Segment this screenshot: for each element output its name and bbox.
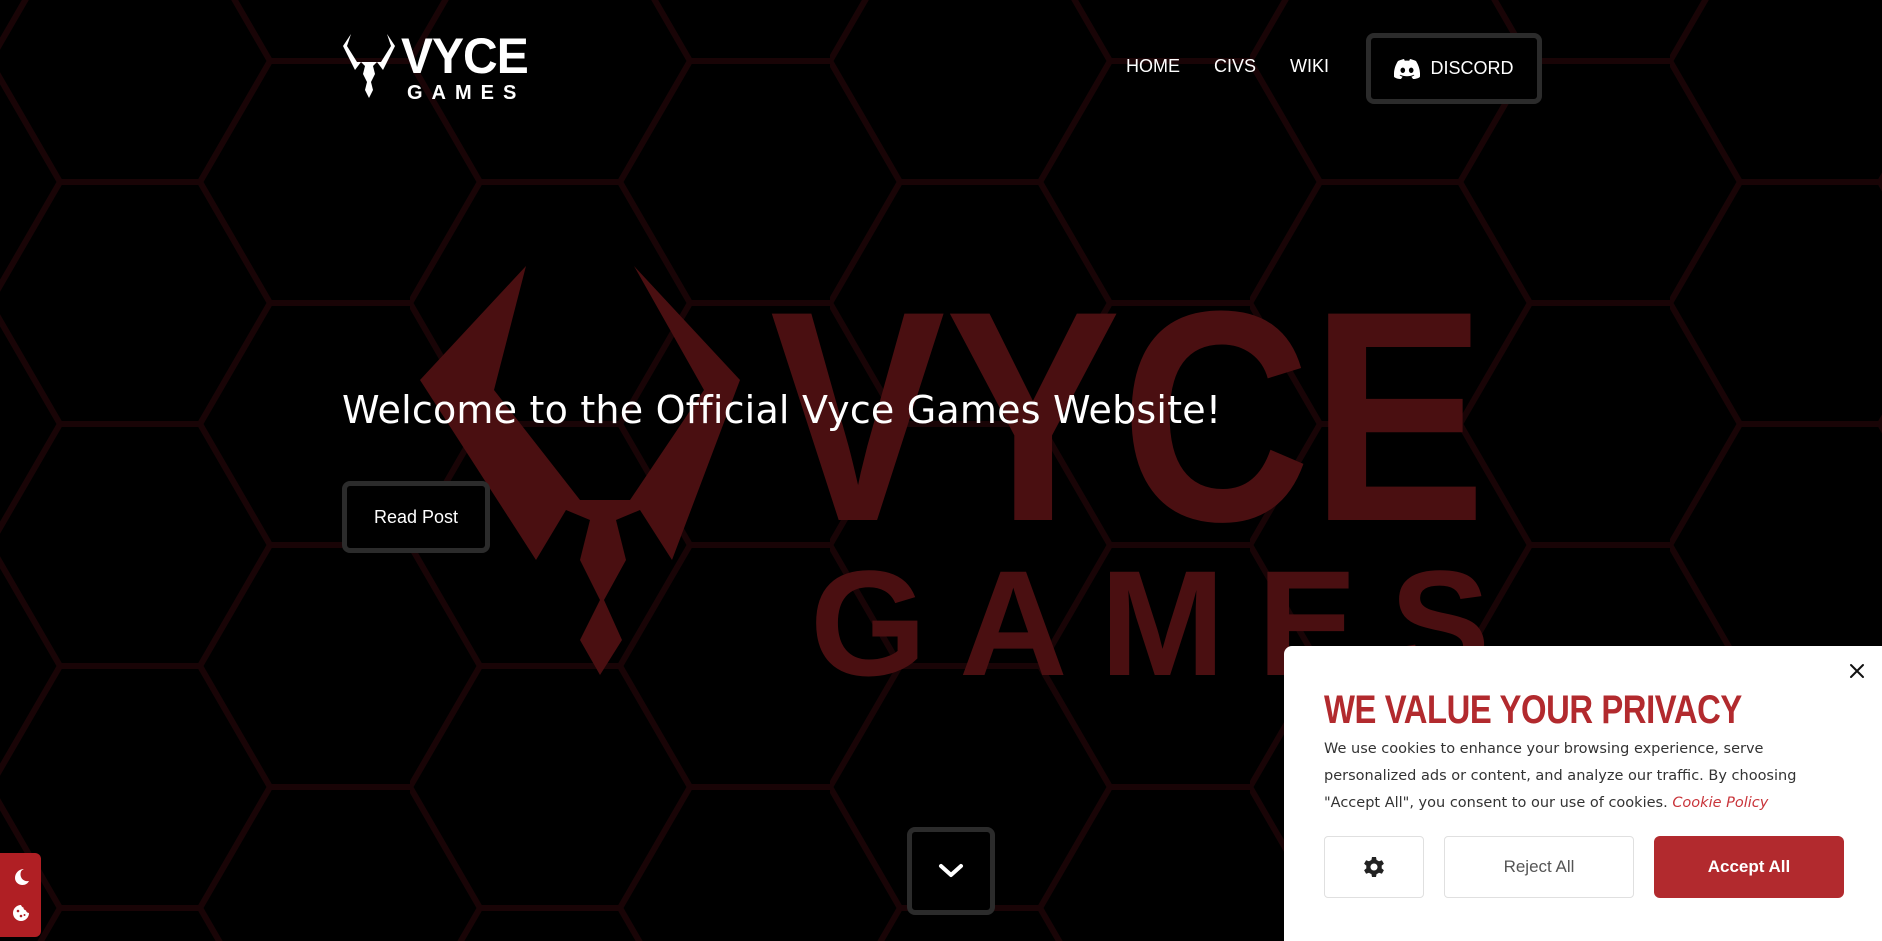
accept-all-button[interactable]: Accept All xyxy=(1654,836,1844,898)
close-icon xyxy=(1849,663,1865,679)
discord-label: DISCORD xyxy=(1430,58,1514,78)
chevron-down-icon xyxy=(938,863,964,879)
side-widget xyxy=(0,853,41,937)
close-button[interactable] xyxy=(1844,658,1870,684)
hero-title: Welcome to the Official Vyce Games Websi… xyxy=(342,388,1222,432)
discord-button[interactable]: DISCORD xyxy=(1366,33,1542,104)
logo-main-text: VYCE xyxy=(401,28,529,85)
discord-icon xyxy=(1394,58,1421,79)
read-post-button[interactable]: Read Post xyxy=(342,481,490,553)
cookie-description: We use cookies to enhance your browsing … xyxy=(1324,736,1854,817)
nav-link-civs[interactable]: CIVS xyxy=(1214,56,1256,77)
nav-link-wiki[interactable]: WIKI xyxy=(1290,56,1329,77)
gear-icon xyxy=(1362,855,1386,879)
reject-all-button[interactable]: Reject All xyxy=(1444,836,1634,898)
cookie-settings-button[interactable] xyxy=(1324,836,1424,898)
site-logo[interactable]: VYCE GAMES xyxy=(341,30,529,106)
nav-link-home[interactable]: HOME xyxy=(1126,56,1180,77)
cookie-policy-link[interactable]: Cookie Policy xyxy=(1672,795,1768,811)
cookie-icon[interactable] xyxy=(10,902,32,924)
scroll-down-button[interactable] xyxy=(907,827,995,915)
logo-emblem-icon xyxy=(341,32,397,104)
logo-sub-text: GAMES xyxy=(407,82,526,104)
cookie-consent-banner: WE VALUE YOUR PRIVACY We use cookies to … xyxy=(1284,646,1882,941)
moon-icon[interactable] xyxy=(10,866,32,888)
top-navigation: VYCE GAMES HOME CIVS WIKI DISCORD xyxy=(0,0,1882,140)
cookie-title: WE VALUE YOUR PRIVACY xyxy=(1324,688,1742,732)
